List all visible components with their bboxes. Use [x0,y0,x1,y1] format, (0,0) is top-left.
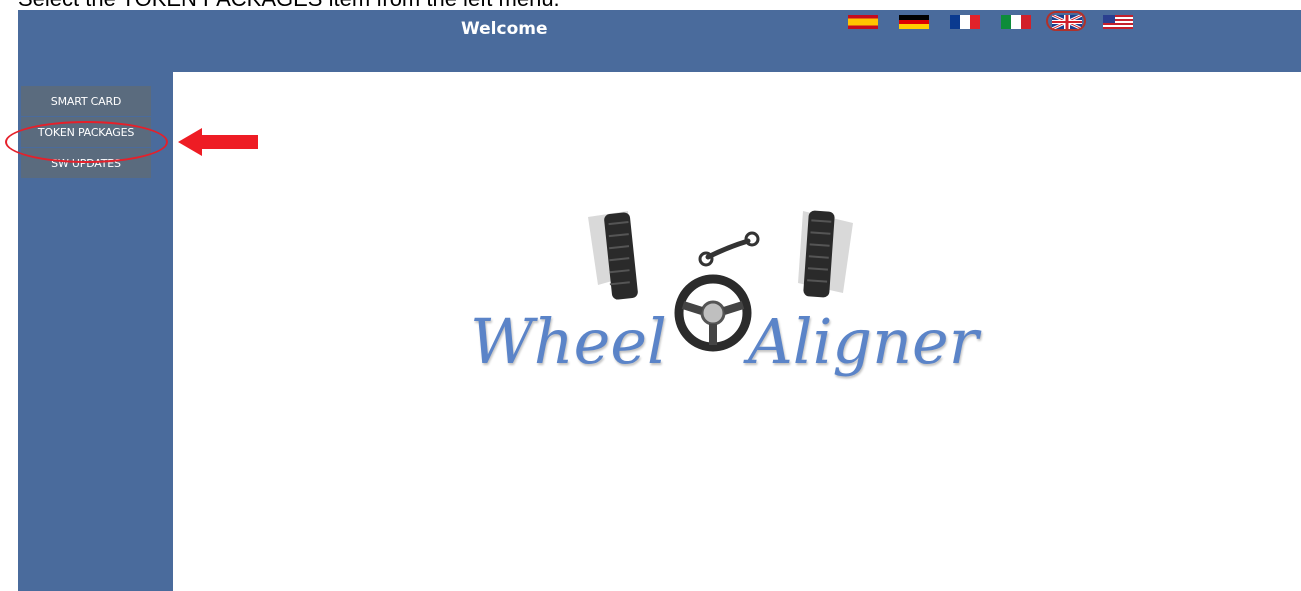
spanish-flag-icon[interactable] [848,15,878,29]
uk-flag-icon[interactable] [1046,11,1086,31]
selected-language-indicator [1046,11,1086,31]
logo-word-wheel: Wheel [470,305,667,378]
italian-flag-icon[interactable] [1001,15,1031,29]
menu-item-smart-card[interactable]: SMART CARD [21,86,151,116]
french-flag-icon[interactable] [950,15,980,29]
page-title: Welcome [461,19,548,39]
annotation-arrow-icon [178,128,258,156]
german-flag-icon[interactable] [899,15,929,29]
logo-word-aligner: Aligner [748,305,979,378]
main-content: Wheel Aligner [173,72,1301,591]
annotation-ellipse [5,121,168,163]
wheel-aligner-logo: Wheel Aligner [458,205,1018,415]
us-flag-icon[interactable] [1103,15,1133,29]
app-window: Welcome SMART CARD TOKEN PACKAGES SW UPD… [18,10,1301,591]
